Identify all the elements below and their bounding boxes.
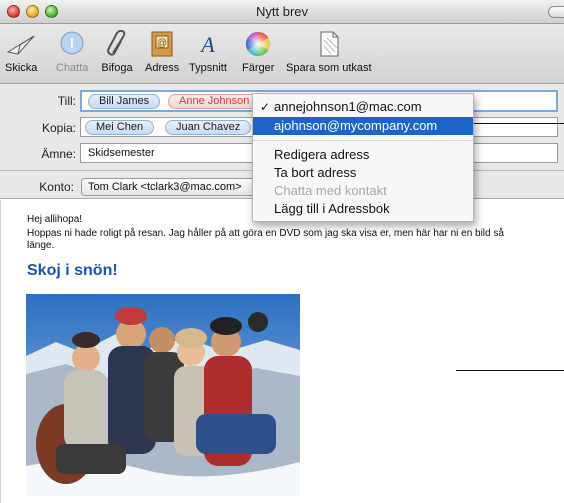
address-book-icon: @ xyxy=(146,28,178,60)
menu-item-address-alt[interactable]: ajohnson@mycompany.com xyxy=(253,117,473,135)
cc-chip[interactable]: Juan Chavez xyxy=(165,120,252,135)
paperclip-icon xyxy=(101,28,133,60)
menu-separator xyxy=(253,140,473,141)
menu-item-label: annejohnson1@mac.com xyxy=(274,99,422,114)
save-draft-label: Spara som utkast xyxy=(286,62,372,74)
svg-text:!: ! xyxy=(70,35,75,51)
address-button[interactable]: @ Adress xyxy=(145,28,179,74)
toolbar: Skicka ! Chatta Bifoga @ Adress A Typsni… xyxy=(0,24,564,84)
chat-bubble-icon: ! xyxy=(56,28,88,60)
menu-item-label: Ta bort adress xyxy=(274,165,357,180)
toolbar-toggle-button[interactable] xyxy=(548,6,564,18)
menu-item-add-to-address-book[interactable]: Lägg till i Adressbok xyxy=(253,200,473,218)
to-chip[interactable]: Anne Johnson xyxy=(168,94,261,109)
menu-item-address-current[interactable]: ✓ annejohnson1@mac.com xyxy=(253,98,473,116)
address-label: Adress xyxy=(145,62,180,74)
send-label: Skicka xyxy=(5,62,38,74)
menu-item-label: Chatta med kontakt xyxy=(274,183,387,198)
compose-window: Nytt brev Skicka ! Chatta Bifoga @ Adres… xyxy=(0,0,564,503)
attach-label: Bifoga xyxy=(101,62,133,74)
account-select[interactable]: Tom Clark <tclark3@mac.com> xyxy=(81,178,259,196)
font-a-icon: A xyxy=(192,28,224,60)
body-heading: Skoj i snön! xyxy=(27,262,118,279)
group-snow-photo xyxy=(26,294,300,496)
attach-button[interactable]: Bifoga xyxy=(101,28,133,74)
send-button[interactable]: Skicka xyxy=(5,28,37,74)
colors-label: Färger xyxy=(242,62,275,74)
fonts-button[interactable]: A Typsnitt xyxy=(189,28,227,74)
callout-line xyxy=(472,123,564,124)
to-chip[interactable]: Bill James xyxy=(88,94,161,109)
svg-text:@: @ xyxy=(157,38,167,49)
address-menu: ✓ annejohnson1@mac.com ajohnson@mycompan… xyxy=(252,93,474,222)
to-label: Till: xyxy=(57,94,76,108)
menu-item-edit-address[interactable]: Redigera adress xyxy=(253,146,473,164)
callout-line xyxy=(456,370,564,371)
chat-button[interactable]: ! Chatta xyxy=(56,28,88,74)
subject-label: Ämne: xyxy=(41,147,76,161)
message-body[interactable]: Hej allihopa! Hoppas ni hade roligt på r… xyxy=(0,200,564,503)
checkmark-icon: ✓ xyxy=(260,100,271,114)
fonts-label: Typsnitt xyxy=(189,62,227,74)
draft-document-icon xyxy=(313,28,345,60)
title-bar: Nytt brev xyxy=(0,0,564,24)
colors-button[interactable]: Färger xyxy=(242,28,274,74)
body-paragraph: Hoppas ni hade roligt på resan. Jag håll… xyxy=(27,228,504,251)
color-wheel-icon xyxy=(242,28,274,60)
menu-item-remove-address[interactable]: Ta bort adress xyxy=(253,164,473,182)
menu-item-label: Lägg till i Adressbok xyxy=(274,201,390,216)
cc-chip[interactable]: Mei Chen xyxy=(85,120,155,135)
menu-item-label: ajohnson@mycompany.com xyxy=(274,118,438,133)
subject-value: Skidsemester xyxy=(88,147,155,159)
cc-label: Kopia: xyxy=(41,121,76,135)
svg-text:A: A xyxy=(199,32,215,57)
menu-item-label: Redigera adress xyxy=(274,147,370,162)
greeting-text: Hej allihopa! xyxy=(27,214,83,225)
save-draft-button[interactable]: Spara som utkast xyxy=(286,28,372,74)
menu-item-chat-contact: Chatta med kontakt xyxy=(253,182,473,200)
window-title: Nytt brev xyxy=(255,4,308,19)
chat-label: Chatta xyxy=(56,62,89,74)
account-label: Konto: xyxy=(39,180,74,194)
paper-plane-icon xyxy=(5,28,37,60)
